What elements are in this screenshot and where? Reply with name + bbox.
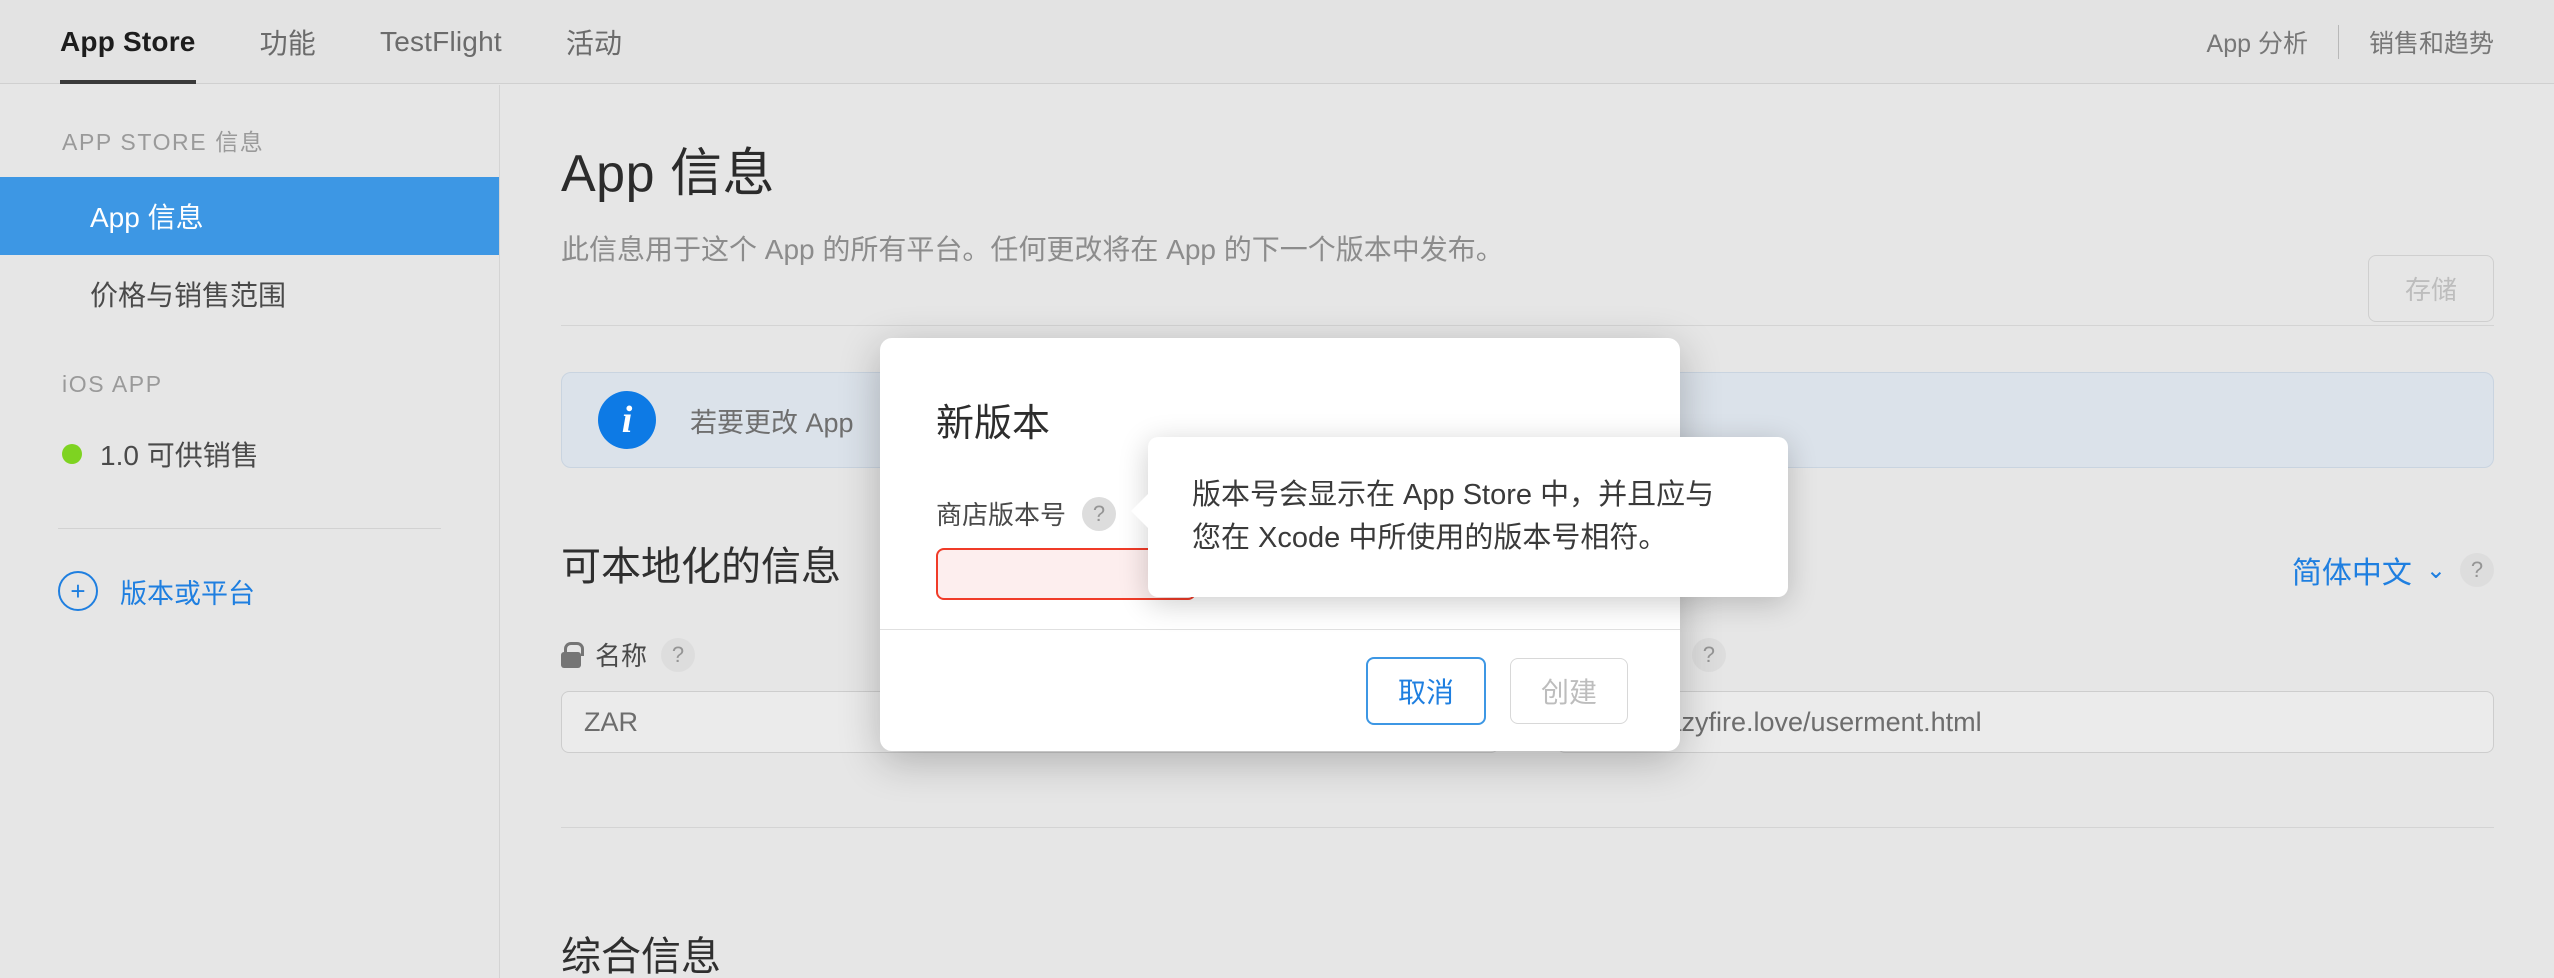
sidebar-item-pricing-availability-label: 价格与销售范围 — [90, 280, 287, 311]
sidebar-group-app-store-info: APP STORE 信息 — [62, 129, 265, 155]
info-icon: i — [598, 391, 656, 449]
tooltip-text: 版本号会显示在 App Store 中，并且应与 您在 Xcode 中所使用的版… — [1192, 474, 1714, 561]
language-help-icon[interactable]: ? — [2460, 553, 2494, 587]
chevron-down-icon[interactable]: ⌄ — [2426, 556, 2446, 585]
tab-app-store[interactable]: App Store — [60, 0, 196, 84]
info-banner-text: 若要更改 App — [690, 407, 854, 438]
tab-activity[interactable]: 活动 — [566, 0, 622, 84]
sidebar-version-label: 1.0 可供销售 — [100, 440, 259, 471]
name-field-label: 名称 — [595, 641, 648, 671]
sidebar-divider — [58, 528, 441, 529]
add-version-or-platform-label: 版本或平台 — [120, 578, 255, 609]
modal-footer: 取消 创建 — [880, 629, 1680, 751]
sidebar-item-pricing-availability[interactable]: 价格与销售范围 — [0, 255, 499, 333]
section-title-general: 综合信息 — [561, 935, 721, 978]
tab-features-label: 功能 — [259, 27, 316, 59]
status-dot-icon — [62, 444, 82, 464]
sidebar-group-ios-app: iOS APP — [62, 371, 163, 397]
tab-app-store-label: App Store — [60, 25, 196, 57]
tooltip-line-2: 您在 Xcode 中所使用的版本号相符。 — [1192, 522, 1668, 554]
sidebar-item-app-info[interactable]: App 信息 — [0, 177, 499, 255]
url-input[interactable]: www.crazyfire.love/userment.html — [1556, 691, 2494, 753]
plus-circle-icon: + — [58, 571, 98, 611]
tab-activity-label: 活动 — [565, 27, 623, 59]
save-button[interactable]: 存储 — [2367, 255, 2494, 322]
top-right-divider — [2337, 24, 2339, 59]
link-sales-trends[interactable]: 销售和趋势 — [2369, 24, 2494, 60]
lock-icon — [561, 641, 584, 668]
cancel-button[interactable]: 取消 — [1365, 656, 1486, 725]
tab-testflight[interactable]: TestFlight — [380, 0, 502, 84]
url-field-label-row: 网址(URL) ? — [1557, 636, 2495, 673]
section-divider — [561, 827, 2494, 828]
tab-testflight-label: TestFlight — [380, 25, 502, 57]
add-version-or-platform-button[interactable]: + 版本或平台 — [0, 571, 499, 611]
sidebar-item-version-1-0[interactable]: 1.0 可供销售 — [0, 418, 499, 490]
section-title-localizable: 可本地化的信息 — [561, 545, 841, 589]
link-app-analytics[interactable]: App 分析 — [2207, 24, 2308, 60]
name-help-icon[interactable]: ? — [661, 637, 696, 672]
url-help-icon[interactable]: ? — [1691, 637, 1726, 672]
url-field-group: 网址(URL) ? www.crazyfire.love/userment.ht… — [1556, 636, 2495, 753]
tooltip-line-1: 版本号会显示在 App Store 中，并且应与 — [1192, 478, 1715, 511]
sidebar-item-app-info-label: App 信息 — [90, 202, 204, 233]
page-title: App 信息 — [561, 145, 775, 203]
top-nav-group: App Store 功能 TestFlight 活动 — [0, 0, 686, 84]
top-right-links: App 分析 销售和趋势 — [2207, 0, 2554, 84]
tab-features[interactable]: 功能 — [260, 0, 316, 84]
version-help-tooltip: 版本号会显示在 App Store 中，并且应与 您在 Xcode 中所使用的版… — [1131, 437, 1788, 597]
language-picker[interactable]: 简体中文 ⌄ ? — [2292, 548, 2494, 592]
sidebar: APP STORE 信息 App 信息 价格与销售范围 iOS APP 1.0 … — [0, 85, 500, 978]
store-version-label: 商店版本号 — [936, 500, 1067, 530]
header-divider — [561, 325, 2494, 326]
create-button[interactable]: 创建 — [1509, 657, 1628, 724]
page-subtitle: 此信息用于这个 App 的所有平台。任何更改将在 App 的下一个版本中发布。 — [561, 234, 1504, 265]
language-picker-value[interactable]: 简体中文 — [2292, 548, 2412, 592]
top-navigation-bar: App Store 功能 TestFlight 活动 App 分析 销售和趋势 — [0, 0, 2554, 84]
app-root: App Store 功能 TestFlight 活动 App 分析 销售和趋势 … — [0, 0, 2554, 978]
store-version-help-icon[interactable]: ? — [1082, 496, 1117, 531]
